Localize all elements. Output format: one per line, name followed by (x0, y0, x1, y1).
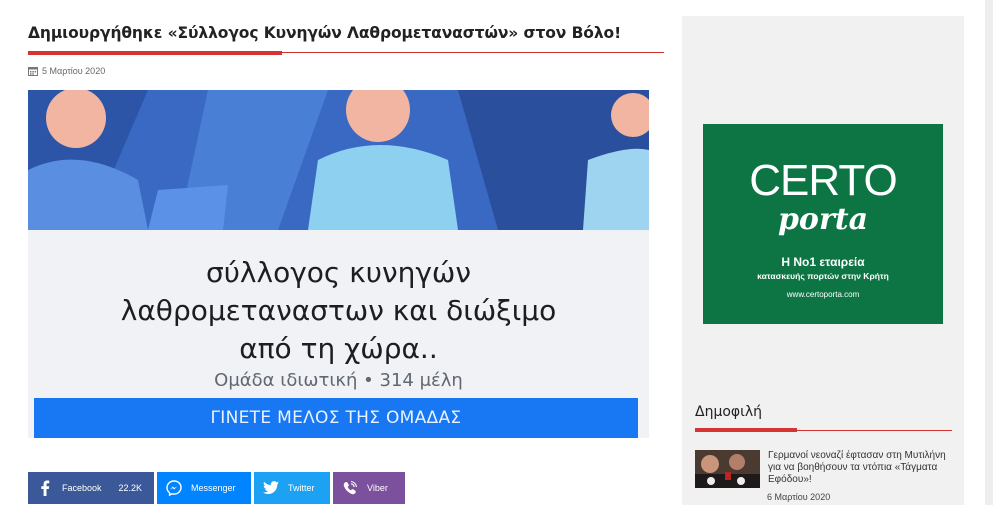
share-buttons: Facebook 22.2K Messenger Twitter Viber (28, 472, 405, 504)
title-divider-accent (28, 51, 282, 55)
ad-url: www.certoporta.com (786, 290, 860, 299)
popular-item-thumbnail[interactable] (695, 450, 760, 488)
share-viber-label: Viber (367, 483, 388, 493)
popular-item-date: 6 Μαρτίου 2020 (767, 492, 831, 502)
hero-illustration (28, 90, 649, 230)
ad-brand-bottom: porta (777, 202, 869, 237)
messenger-icon (157, 472, 191, 504)
calendar-icon (28, 67, 38, 76)
article-date-text: 5 Μαρτίου 2020 (42, 66, 106, 76)
popular-heading: Δημοφιλή (695, 404, 763, 420)
article-date: 5 Μαρτίου 2020 (28, 66, 105, 76)
popular-item-title[interactable]: Γερμανοί νεοναζί έφτασαν στη Μυτιλήνη γι… (768, 450, 948, 488)
share-messenger-label: Messenger (191, 483, 236, 493)
share-facebook-count: 22.2K (118, 483, 142, 493)
ad-tagline: Η Νο1 εταιρεία (781, 255, 865, 269)
viber-icon (333, 472, 367, 504)
facebook-icon (28, 472, 62, 504)
group-name-line-1: σύλλογος κυνηγών (205, 256, 471, 289)
article-hero-image[interactable]: σύλλογος κυνηγών λαθρομεταναστων και διώ… (28, 90, 649, 438)
share-messenger-button[interactable]: Messenger (157, 472, 251, 504)
share-facebook-button[interactable]: Facebook 22.2K (28, 472, 154, 504)
certo-porta-ad[interactable]: CERTO porta Η Νο1 εταιρεία κατασκευής πο… (703, 124, 943, 324)
share-twitter-label: Twitter (288, 483, 315, 493)
join-group-button: ΓΙΝΕΤΕ ΜΕΛΟΣ ΤΗΣ ΟΜΑΔΑΣ (34, 398, 638, 438)
page-scrollbar[interactable] (985, 0, 993, 505)
group-name-line-3: από τη χώρα.. (239, 332, 438, 365)
group-name-line-2: λαθρομεταναστων και διώξιμο (120, 294, 557, 327)
share-facebook-label: Facebook (62, 483, 102, 493)
share-twitter-button[interactable]: Twitter (254, 472, 330, 504)
twitter-icon (254, 472, 288, 504)
ad-subtagline: κατασκευής πορτών στην Κρήτη (757, 271, 889, 281)
group-card: σύλλογος κυνηγών λαθρομεταναστων και διώ… (28, 230, 649, 438)
article-title: Δημιουργήθηκε «Σύλλογος Κυνηγών Λαθρομετ… (28, 24, 622, 42)
popular-item[interactable]: Γερμανοί νεοναζί έφτασαν στη Μυτιλήνη γι… (695, 450, 952, 488)
share-viber-button[interactable]: Viber (333, 472, 405, 504)
popular-divider-accent (695, 428, 797, 432)
ad-brand-top: CERTO (749, 156, 897, 205)
group-meta: Ομάδα ιδιωτική • 314 μέλη (214, 370, 463, 391)
